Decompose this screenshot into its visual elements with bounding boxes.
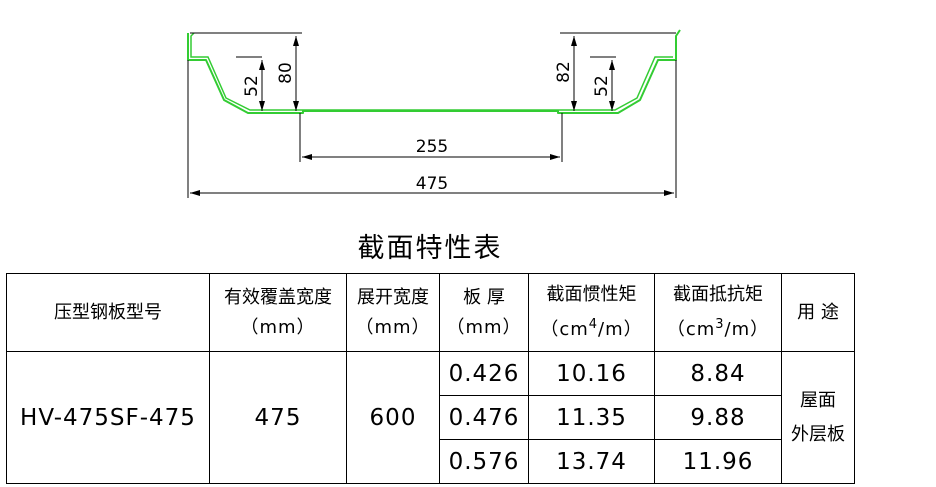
cell-unfold-width: 600 (346, 351, 440, 484)
cell-inertia: 10.16 (528, 351, 655, 396)
cell-inertia: 13.74 (528, 439, 655, 484)
cell-model: HV-475SF-475 (6, 351, 210, 484)
header-inertia: 截面惯性矩 （cm4/m） (528, 273, 655, 352)
header-usage: 用 途 (781, 273, 855, 352)
dim-label-80: 80 (276, 62, 296, 84)
cell-usage: 屋面 外层板 (781, 351, 855, 484)
cell-resistance: 9.88 (654, 395, 782, 440)
header-cover-width: 有效覆盖宽度 （mm） (209, 273, 347, 352)
cell-thickness: 0.426 (439, 351, 529, 396)
table-title: 截面特性表 (357, 233, 503, 264)
cell-resistance: 8.84 (654, 351, 782, 396)
profile-drawing: 80 52 82 52 255 475 (187, 29, 681, 198)
header-resistance: 截面抵抗矩 （cm3/m） (654, 273, 782, 352)
header-thickness: 板 厚 （mm） (439, 273, 529, 352)
profile-inner-line (190, 32, 673, 111)
dim-label-52-right: 52 (592, 75, 612, 97)
cell-resistance: 11.96 (654, 439, 782, 484)
table-row: HV-475SF-475 475 600 0.426 10.16 8.84 屋面… (6, 351, 855, 484)
dim-label-82: 82 (554, 61, 574, 83)
dim-label-255: 255 (416, 137, 448, 157)
header-model: 压型钢板型号 (6, 273, 210, 352)
dim-label-52-left: 52 (242, 75, 262, 97)
dim-label-475: 475 (416, 174, 448, 194)
cell-inertia: 11.35 (528, 395, 655, 440)
cell-thickness: 0.576 (439, 439, 529, 484)
cell-thickness: 0.476 (439, 395, 529, 440)
section-properties-table: 压型钢板型号 有效覆盖宽度 （mm） 展开宽度 （mm） 板 厚 （mm） 截面… (6, 273, 855, 484)
header-unfold-width: 展开宽度 （mm） (346, 273, 440, 352)
table-header-row: 压型钢板型号 有效覆盖宽度 （mm） 展开宽度 （mm） 板 厚 （mm） 截面… (6, 273, 855, 352)
cell-cover-width: 475 (209, 351, 347, 484)
dimension-lines (190, 36, 674, 196)
